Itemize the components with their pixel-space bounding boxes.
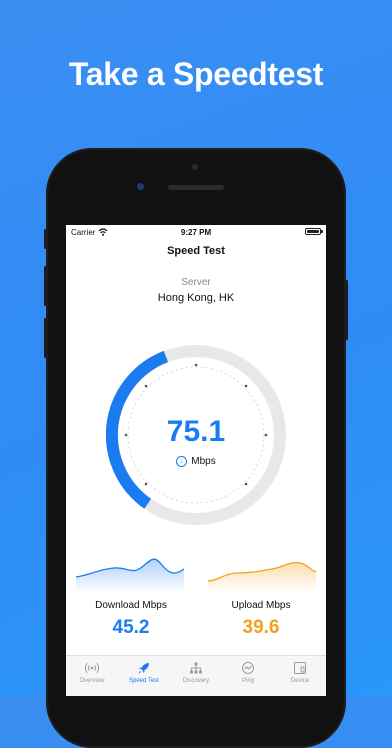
- tab-label: Discovery: [182, 678, 210, 684]
- page-title: Speed Test: [167, 245, 225, 257]
- gauge-value: 75.1: [166, 415, 226, 448]
- download-sparkline: [76, 558, 184, 593]
- tab-ping[interactable]: Ping: [222, 656, 274, 696]
- tab-overview[interactable]: Overview: [66, 656, 118, 696]
- speaker-grille: [168, 185, 224, 190]
- ping-icon: [242, 662, 254, 674]
- server-label: Server: [181, 277, 211, 288]
- phone-side-button: [44, 318, 47, 358]
- tab-bar: Overview Speed Test Discovery Ping Devic…: [66, 655, 326, 696]
- status-bar: Carrier 9:27 PM: [66, 225, 326, 241]
- battery-tip: [321, 230, 323, 233]
- phone-side-button: [44, 266, 47, 306]
- battery-icon: [305, 228, 321, 235]
- tab-label: Device: [290, 678, 310, 684]
- upload-sparkline: [208, 561, 316, 593]
- download-label: Download Mbps: [95, 600, 167, 611]
- camera-icon: [192, 164, 198, 170]
- server-value[interactable]: Hong Kong, HK: [66, 292, 326, 304]
- gauge-unit-row: ↓ Mbps: [106, 456, 286, 467]
- phone-side-button: [345, 280, 348, 340]
- download-value: 45.2: [112, 617, 150, 638]
- gauge-unit: Mbps: [191, 456, 216, 468]
- tab-discovery[interactable]: Discovery: [170, 656, 222, 696]
- tab-device[interactable]: Device: [274, 656, 326, 696]
- tab-label: Speed Test: [129, 678, 159, 684]
- upload-label: Upload Mbps: [231, 600, 291, 611]
- status-time: 9:27 PM: [180, 228, 212, 237]
- device-icon: [294, 662, 306, 674]
- tab-label: Ping: [241, 678, 254, 684]
- arrow-down-circle-icon: ↓: [176, 456, 188, 467]
- phone-side-button: [44, 229, 47, 249]
- app-screen: Carrier 9:27 PM Speed Test Server Hong K…: [66, 225, 326, 696]
- rocket-icon: [138, 663, 149, 674]
- upload-value: 39.6: [242, 617, 280, 638]
- headline: Take a Speedtest: [68, 56, 324, 92]
- tab-speed-test[interactable]: Speed Test: [118, 656, 170, 696]
- radio-waves-icon: [85, 662, 99, 674]
- sensor-icon: [137, 183, 144, 190]
- tab-label: Overview: [79, 678, 105, 684]
- network-icon: [190, 662, 202, 674]
